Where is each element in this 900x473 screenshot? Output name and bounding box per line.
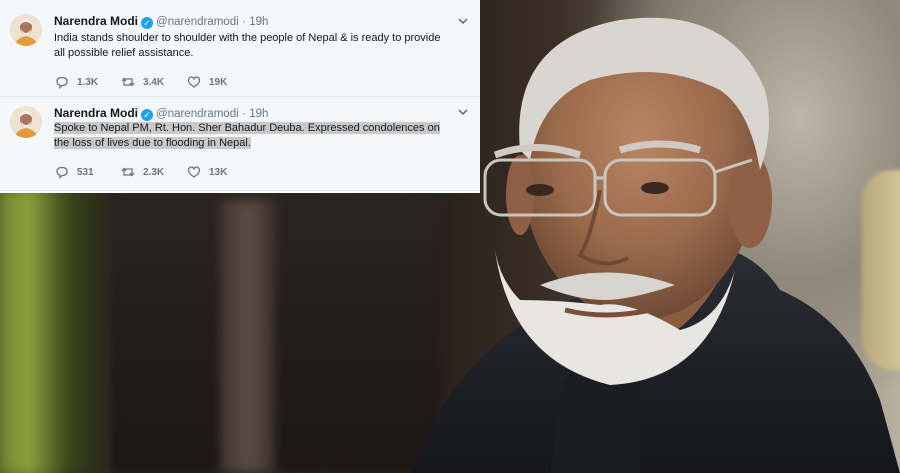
heart-icon [187, 76, 201, 88]
tweet-timestamp[interactable]: 19h [249, 108, 268, 120]
blurred-background [110, 190, 440, 473]
retweet-button[interactable]: 2.3K [121, 165, 187, 179]
reply-icon [56, 76, 68, 89]
retweet-count: 3.4K [143, 76, 165, 88]
verified-badge-icon: ✓ [141, 109, 154, 121]
retweet-icon [121, 167, 135, 177]
reply-button[interactable]: 531 [55, 165, 121, 179]
reply-count: 1.3K [77, 76, 99, 88]
profile-photo-icon [10, 106, 42, 138]
tweet-header: Narendra Modi ✓ @narendramodi · 19h [54, 105, 268, 121]
avatar[interactable] [10, 106, 42, 138]
header-separator: · [242, 108, 246, 120]
retweet-button[interactable]: 3.4K [121, 75, 187, 89]
tweet-timestamp[interactable]: 19h [249, 16, 268, 28]
author-name[interactable]: Narendra Modi [54, 14, 138, 28]
header-separator: · [242, 16, 246, 28]
like-count: 13K [209, 166, 228, 178]
chevron-down-icon[interactable] [458, 107, 468, 117]
avatar[interactable] [10, 14, 42, 46]
verified-badge-icon: ✓ [141, 17, 154, 29]
like-button[interactable]: 19K [187, 75, 253, 89]
blurred-pillar [220, 200, 275, 473]
tweet-text: Spoke to Nepal PM, Rt. Hon. Sher Bahadur… [54, 121, 454, 151]
profile-photo-icon [10, 14, 42, 46]
reply-count: 531 [77, 166, 94, 178]
tweet-actions: 1.3K 3.4K 19K [55, 74, 253, 90]
blurred-foliage [0, 190, 95, 473]
chevron-down-icon[interactable] [458, 16, 468, 26]
tweet-list: Narendra Modi ✓ @narendramodi · 19h India … [0, 0, 480, 193]
heart-icon [187, 166, 201, 178]
author-name[interactable]: Narendra Modi [54, 106, 138, 120]
selected-text: Spoke to Nepal PM, Rt. Hon. Sher Bahadur… [54, 122, 440, 149]
tweet[interactable]: Narendra Modi ✓ @narendramodi · 19h India … [0, 0, 480, 97]
tweet-header: Narendra Modi ✓ @narendramodi · 19h [54, 13, 268, 29]
retweet-icon [121, 77, 135, 87]
author-handle[interactable]: @narendramodi [156, 108, 239, 120]
tweet-text: India stands shoulder to shoulder with t… [54, 32, 441, 59]
reply-button[interactable]: 1.3K [55, 75, 121, 89]
like-button[interactable]: 13K [187, 165, 253, 179]
like-count: 19K [209, 76, 228, 88]
retweet-count: 2.3K [143, 166, 165, 178]
author-handle[interactable]: @narendramodi [156, 16, 239, 28]
reply-icon [56, 166, 68, 179]
tweet[interactable]: Narendra Modi ✓ @narendramodi · 19h Spoke … [0, 97, 480, 191]
tweet-actions: 531 2.3K 13K [55, 164, 253, 180]
